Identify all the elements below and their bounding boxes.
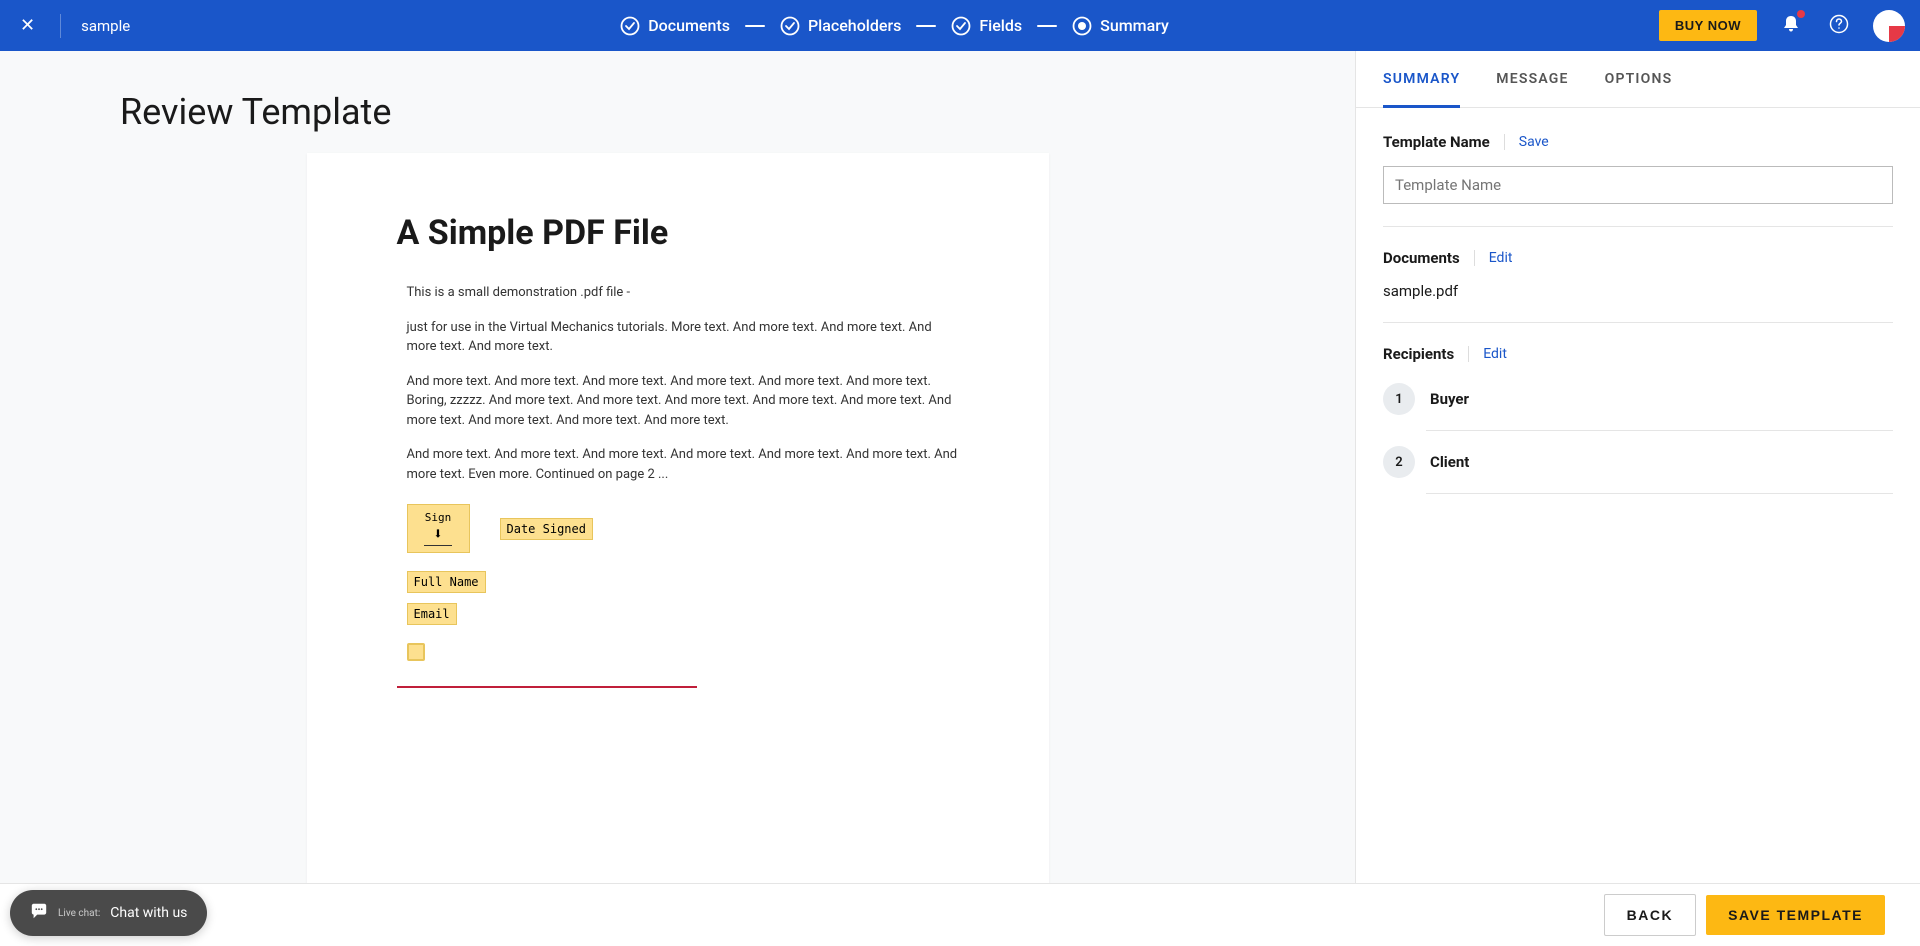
chat-prefix: Live chat:: [58, 908, 100, 919]
chat-icon: [30, 902, 48, 924]
document-preview: A Simple PDF File This is a small demons…: [307, 153, 1049, 883]
pdf-paragraph: And more text. And more text. And more t…: [407, 372, 959, 431]
pdf-paragraph: And more text. And more text. And more t…: [407, 445, 959, 484]
pdf-title: A Simple PDF File: [397, 213, 959, 253]
content-left: Review Template A Simple PDF File This i…: [0, 51, 1355, 883]
section-header: Recipients Edit: [1383, 345, 1893, 363]
tab-options[interactable]: OPTIONS: [1605, 51, 1673, 107]
step-divider: [916, 25, 936, 27]
date-signed-field[interactable]: Date Signed: [500, 518, 593, 540]
save-link[interactable]: Save: [1519, 134, 1549, 150]
section-recipients: Recipients Edit 1 Buyer 2: [1383, 345, 1893, 516]
sign-underline: [424, 545, 452, 546]
edit-recipients-link[interactable]: Edit: [1483, 346, 1507, 362]
tab-summary[interactable]: SUMMARY: [1383, 51, 1460, 107]
avatar[interactable]: [1873, 10, 1905, 42]
close-icon[interactable]: ✕: [15, 10, 40, 41]
save-template-button[interactable]: SAVE TEMPLATE: [1706, 895, 1885, 935]
chat-widget[interactable]: Live chat: Chat with us: [10, 890, 207, 936]
pdf-paragraph: just for use in the Virtual Mechanics tu…: [407, 318, 959, 357]
signature-field[interactable]: Sign ⬇: [407, 504, 470, 553]
document-title: sample: [81, 17, 130, 35]
tab-message[interactable]: MESSAGE: [1496, 51, 1568, 107]
right-panel: SUMMARY MESSAGE OPTIONS Template Name Sa…: [1355, 51, 1920, 883]
wizard-steps: Documents Placeholders Fields Summary: [130, 16, 1659, 36]
header-left: ✕ sample: [15, 10, 130, 41]
step-divider: [1037, 25, 1057, 27]
panel-tabs: SUMMARY MESSAGE OPTIONS: [1356, 51, 1920, 108]
notification-dot: [1797, 10, 1805, 18]
section-title: Documents: [1383, 249, 1460, 267]
section-title: Template Name: [1383, 133, 1490, 151]
panel-body: Template Name Save Documents Edit sample…: [1356, 108, 1920, 883]
template-name-input[interactable]: [1383, 166, 1893, 204]
step-label: Placeholders: [808, 16, 901, 35]
check-icon: [951, 16, 971, 36]
header-bar: ✕ sample Documents Placeholders Fields: [0, 0, 1920, 51]
step-label: Fields: [979, 16, 1022, 35]
step-placeholders[interactable]: Placeholders: [780, 16, 901, 36]
check-icon: [780, 16, 800, 36]
field-row: Email: [407, 603, 959, 625]
radio-active-icon: [1072, 16, 1092, 36]
check-icon: [620, 16, 640, 36]
step-divider: [745, 25, 765, 27]
field-row: Sign ⬇ Date Signed: [407, 504, 959, 553]
email-field[interactable]: Email: [407, 603, 457, 625]
document-filename: sample.pdf: [1383, 282, 1893, 300]
avatar-accent: [1889, 26, 1905, 42]
recipient-number: 2: [1383, 446, 1415, 478]
recipient-list: 1 Buyer 2 Client: [1383, 383, 1893, 494]
section-header: Documents Edit: [1383, 249, 1893, 267]
recipient-row: 2 Client: [1383, 446, 1893, 494]
arrow-down-icon: ⬇: [423, 524, 454, 543]
step-label: Summary: [1100, 16, 1169, 35]
recipient-name: Buyer: [1430, 390, 1469, 408]
divider: [60, 14, 61, 38]
recipient-number: 1: [1383, 383, 1415, 415]
help-icon[interactable]: [1825, 10, 1853, 42]
checkbox-field[interactable]: [407, 643, 425, 661]
header-right: BUY NOW: [1659, 10, 1905, 42]
section-header: Template Name Save: [1383, 133, 1893, 151]
edit-documents-link[interactable]: Edit: [1489, 250, 1513, 266]
page-title: Review Template: [120, 91, 1295, 133]
divider: [1504, 134, 1505, 150]
divider: [1474, 250, 1475, 266]
footer-bar: BACK SAVE TEMPLATE: [0, 883, 1920, 946]
step-fields[interactable]: Fields: [951, 16, 1022, 36]
section-title: Recipients: [1383, 345, 1454, 363]
pdf-paragraph: This is a small demonstration .pdf file …: [407, 283, 959, 303]
step-label: Documents: [648, 16, 730, 35]
step-summary[interactable]: Summary: [1072, 16, 1169, 36]
divider: [1468, 346, 1469, 362]
full-name-field[interactable]: Full Name: [407, 571, 486, 593]
buy-now-button[interactable]: BUY NOW: [1659, 10, 1757, 41]
notifications-icon[interactable]: [1777, 10, 1805, 42]
recipient-name: Client: [1430, 453, 1469, 471]
section-documents: Documents Edit sample.pdf: [1383, 249, 1893, 323]
recipient-row: 1 Buyer: [1383, 383, 1893, 431]
chat-label: Chat with us: [110, 905, 187, 921]
field-row: Full Name: [407, 571, 959, 593]
accent-line: [397, 686, 697, 688]
section-template-name: Template Name Save: [1383, 133, 1893, 227]
back-button[interactable]: BACK: [1604, 894, 1696, 936]
main-container: Review Template A Simple PDF File This i…: [0, 51, 1920, 883]
step-documents[interactable]: Documents: [620, 16, 730, 36]
sign-label: Sign: [423, 511, 454, 524]
